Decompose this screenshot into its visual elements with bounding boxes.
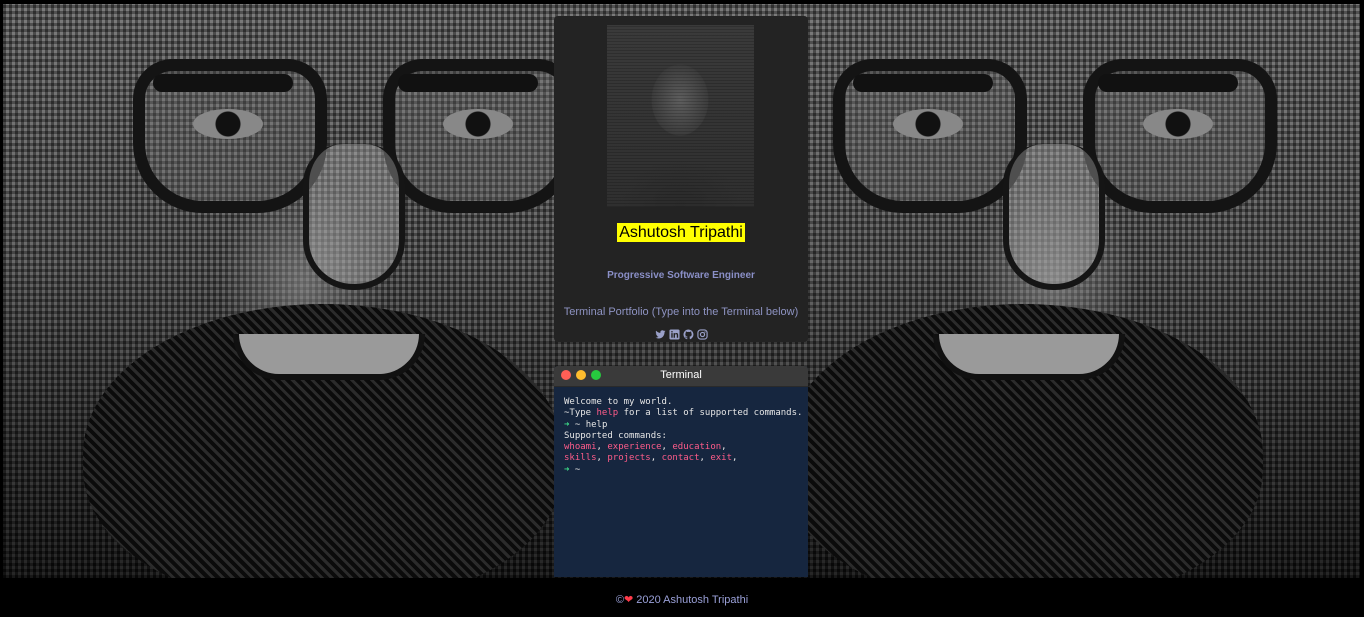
linkedin-icon[interactable] [668,329,680,340]
prompt-line-history: ➜ ~ help [564,420,798,431]
supported-label: Supported commands: [564,430,667,441]
social-links [554,329,808,340]
profile-name-text: Ashutosh Tripathi [617,223,745,242]
active-prompt-line[interactable]: ➜ ~ [564,465,798,476]
entered-command: help [585,419,608,430]
terminal-output[interactable]: Welcome to my world. ~Type help for a li… [554,387,808,486]
right-face-brow-r [1098,74,1238,92]
footer-text: 2020 Ashutosh Tripathi [633,594,749,606]
left-face-mouth [233,334,425,380]
active-prompt-path: ~ [569,464,586,475]
right-face-brow-l [853,74,993,92]
portfolio-tagline: Terminal Portfolio (Type into the Termin… [563,306,799,318]
hint-line: ~Type help for a list of supported comma… [564,408,802,419]
commands-row-1: whoami, experience, education, [564,442,727,453]
right-face-eye-r [1143,109,1213,139]
left-face-eye-r [443,109,513,139]
terminal-window[interactable]: Terminal Welcome to my world. ~Type help… [554,366,808,577]
command-exit[interactable]: exit [710,453,732,463]
twitter-icon[interactable] [654,329,666,340]
right-face-eye-l [893,109,963,139]
left-face-brow-l [153,74,293,92]
hint-keyword: help [596,408,619,419]
prompt-path: ~ [569,419,586,430]
profile-role: Progressive Software Engineer [607,270,755,281]
profile-card: Ashutosh Tripathi Progressive Software E… [554,16,808,342]
right-face-mouth [933,334,1125,380]
left-face-eye-l [193,109,263,139]
welcome-line: Welcome to my world. [564,397,673,407]
command-skills[interactable]: skills [564,453,597,463]
right-face-nose [1003,144,1105,290]
hint-suffix: for a list of supported commands. [618,408,803,419]
terminal-titlebar: Terminal [554,366,808,387]
command-projects[interactable]: projects [607,453,650,463]
hint-prefix: ~Type [564,408,597,419]
command-experience[interactable]: experience [607,442,661,452]
left-face-brow-r [398,74,538,92]
instagram-icon[interactable] [696,329,708,340]
command-contact[interactable]: contact [662,453,700,463]
terminal-title: Terminal [660,369,702,381]
footer: ©❤ 2020 Ashutosh Tripathi [0,593,1364,606]
github-icon[interactable] [682,329,694,340]
command-whoami[interactable]: whoami [564,442,597,452]
profile-avatar [607,25,754,207]
left-face-nose [303,144,405,290]
commands-row-2: skills, projects, contact, exit, [564,453,738,464]
profile-name: Ashutosh Tripathi [554,223,808,242]
copyright-symbol: © [615,594,624,606]
command-education[interactable]: education [672,442,721,452]
heart-icon: ❤ [623,594,634,606]
